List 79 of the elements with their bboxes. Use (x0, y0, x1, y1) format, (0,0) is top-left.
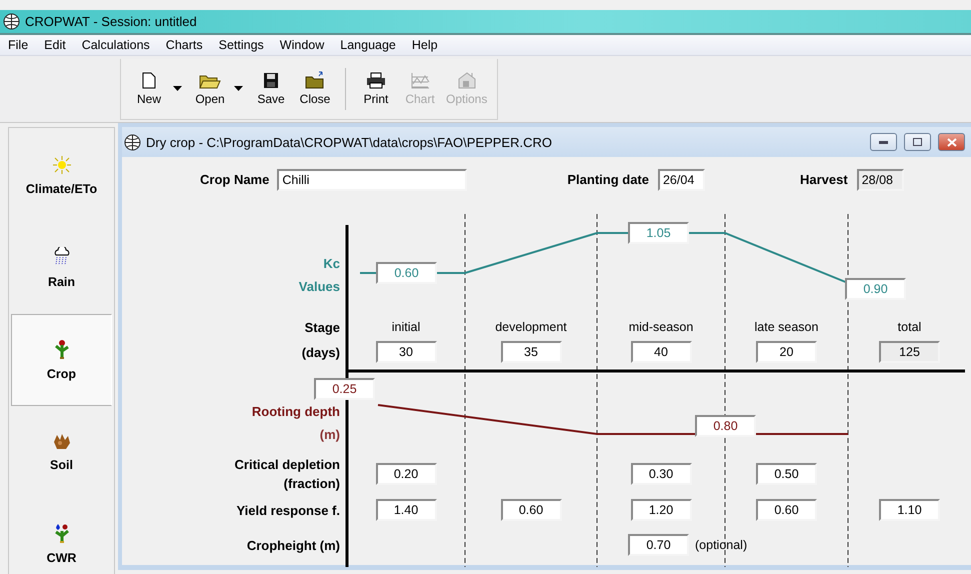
stage-name: development (495, 320, 567, 334)
toolbar-button[interactable]: New (127, 64, 171, 114)
kc-label: Values (298, 278, 340, 296)
kc-field[interactable]: 1.05 (628, 222, 689, 244)
soil-icon (52, 432, 72, 450)
minimize-icon (879, 140, 888, 144)
close-button[interactable] (938, 133, 965, 151)
menu-item[interactable]: Language (332, 38, 404, 52)
days-field[interactable]: 40 (630, 341, 692, 363)
toolbar-button[interactable]: Save (249, 64, 293, 114)
yield-response-label: Yield response f. (236, 502, 340, 520)
planting-date-field[interactable]: 26/04 (658, 168, 705, 190)
yield-field[interactable]: 1.40 (376, 499, 436, 521)
sidebar-item[interactable]: Crop (11, 314, 112, 406)
kc-field[interactable]: 0.60 (376, 262, 437, 284)
depletion-field[interactable]: 0.50 (756, 463, 817, 485)
toolbar-button[interactable]: Close (293, 64, 337, 114)
rooting-depth-label: Rooting depth (252, 403, 340, 421)
menu-item[interactable]: Settings (210, 38, 272, 52)
critical-depletion-label: Critical depletion (234, 456, 340, 474)
harvest-field[interactable]: 28/08 (856, 168, 904, 190)
maximize-icon (913, 138, 922, 146)
folder-icon (305, 71, 325, 89)
globe-icon (3, 13, 20, 30)
crop-name-label: Crop Name (200, 172, 270, 187)
rooting-depth-field[interactable]: 0.25 (314, 378, 375, 400)
rooting-unit-label: (m) (320, 426, 340, 444)
depletion-field[interactable]: 0.30 (630, 463, 692, 485)
sidebar-item[interactable]: Rain (11, 222, 112, 314)
minimize-button[interactable] (870, 133, 897, 151)
days-field[interactable]: 20 (756, 341, 817, 363)
caret-icon[interactable] (234, 86, 243, 91)
sun-icon (52, 156, 70, 174)
menu-item[interactable]: File (0, 38, 36, 52)
yield-field[interactable]: 1.10 (879, 499, 940, 521)
crop-name-field[interactable]: Chilli (277, 168, 468, 190)
days-field[interactable]: 125 (879, 341, 940, 363)
sidebar-item[interactable]: Climate/ETo (11, 130, 112, 222)
yield-field[interactable]: 0.60 (500, 499, 562, 521)
days-label: (days) (302, 344, 340, 362)
globe-icon (124, 134, 141, 150)
days-field[interactable]: 35 (500, 341, 562, 363)
chart-icon (410, 72, 430, 88)
caret-icon[interactable] (173, 86, 182, 91)
menu-item[interactable]: Edit (36, 38, 74, 52)
toolbar-button[interactable]: Open (188, 64, 232, 114)
menu-item[interactable]: Window (272, 38, 332, 52)
menu-item[interactable]: Calculations (74, 38, 158, 52)
plant-icon (54, 339, 70, 359)
menu-item[interactable]: Help (404, 38, 446, 52)
cropheight-field[interactable]: 0.70 (628, 534, 689, 556)
rain-cloud-icon (52, 247, 70, 267)
harvest-label: Harvest (800, 172, 848, 187)
critical-depletion-label: (fraction) (284, 475, 340, 493)
close-icon (946, 138, 956, 146)
kc-label: Kc (323, 255, 340, 273)
rooting-depth-field[interactable]: 0.80 (695, 415, 756, 437)
app-title: CROPWAT - Session: untitled (25, 14, 197, 29)
depletion-field[interactable]: 0.20 (376, 463, 436, 485)
planting-date-label: Planting date (567, 172, 649, 187)
menu-item[interactable]: Charts (158, 38, 211, 52)
document-icon (142, 72, 156, 88)
yield-field[interactable]: 1.20 (630, 499, 692, 521)
window-title: Dry crop - C:\ProgramData\CROPWAT\data\crops\FAO\PEPPER.CRO (146, 134, 553, 150)
maximize-button[interactable] (904, 133, 931, 151)
optional-note: (optional) (695, 538, 748, 552)
days-field[interactable]: 30 (376, 341, 436, 363)
stage-name: late season (754, 320, 818, 334)
cropheight-label: Cropheight (m) (246, 536, 340, 554)
sidebar-item[interactable]: CWR (11, 498, 112, 574)
stage-name: initial (392, 320, 420, 334)
stage-label: Stage (304, 318, 340, 336)
stage-name: mid-season (628, 320, 694, 334)
kc-field[interactable]: 0.90 (845, 278, 906, 300)
stage-name: total (898, 320, 922, 334)
toolbar-button[interactable]: Print (354, 64, 398, 114)
sidebar-item[interactable]: Soil (11, 406, 112, 498)
yield-field[interactable]: 0.60 (756, 499, 817, 521)
printer-icon (366, 72, 386, 88)
